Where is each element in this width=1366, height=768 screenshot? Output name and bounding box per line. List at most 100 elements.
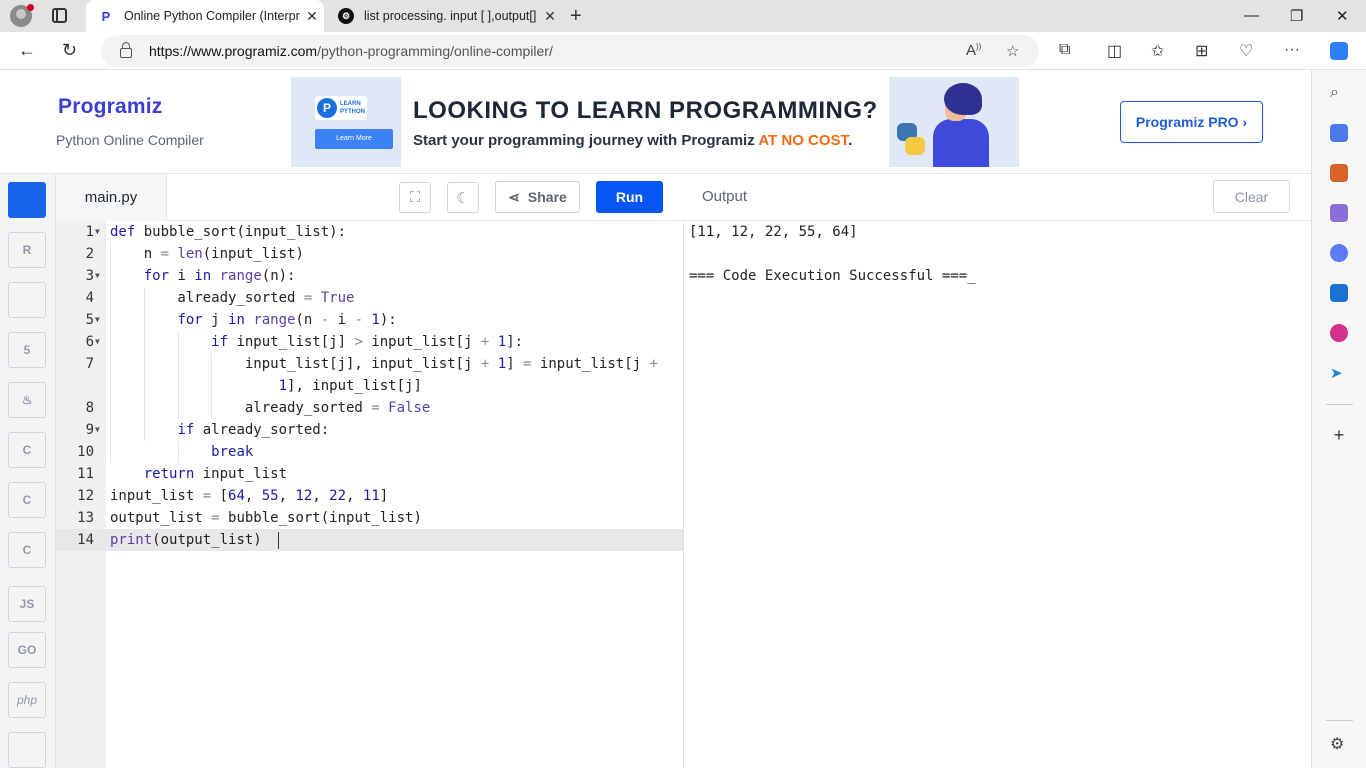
clear-button[interactable]: Clear — [1213, 180, 1290, 213]
programiz-favicon-icon: P — [101, 8, 111, 24]
send-icon[interactable]: ➤ — [1330, 364, 1348, 382]
php-icon[interactable]: php — [8, 682, 46, 718]
code-line: 6 ▼ if input_list[j] > input_list[j + 1]: — [56, 331, 683, 353]
shopping-icon[interactable] — [1330, 124, 1348, 142]
ad-banner[interactable]: P LEARN PYTHON Learn More LOOKING TO LEA… — [291, 77, 1019, 167]
html-icon[interactable]: 5 — [8, 332, 46, 368]
games-icon[interactable] — [1330, 204, 1348, 222]
swift-icon[interactable] — [8, 732, 46, 768]
minimize-icon[interactable]: — — [1244, 7, 1259, 24]
code-editor[interactable]: 1 ▼ def bubble_sort(input_list): 2 n = len… — [56, 221, 684, 768]
browser-toolbar: ← ↻ https://www.programiz.com/python-pro… — [0, 32, 1366, 70]
tab-title: list processing. input [ ],output[] — [364, 9, 537, 23]
python-icon[interactable] — [8, 182, 46, 218]
file-tab-main-py[interactable]: main.py — [56, 174, 167, 221]
read-aloud-icon[interactable]: A)) — [966, 42, 981, 59]
c-icon[interactable]: C — [8, 432, 46, 468]
edge-sidebar: ⌕ ➤ + ⚙ — [1311, 42, 1366, 768]
code-line: 7 input_list[j], input_list[j + 1] = inp… — [85, 356, 658, 372]
extensions-icon[interactable]: ⧉ — [1059, 41, 1070, 59]
output-line: [11, 12, 22, 55, 64] — [689, 224, 858, 240]
language-sidebar: R 5 ♨ C C C JS GO php — [0, 174, 56, 768]
code-line: 2 n = len(input_list) — [85, 246, 304, 262]
add-icon[interactable]: + — [1330, 426, 1348, 444]
browser-essentials-icon[interactable]: ♡ — [1239, 41, 1253, 61]
close-tab-icon[interactable]: ✕ — [300, 8, 324, 25]
run-button[interactable]: Run — [596, 181, 663, 213]
fold-arrow-icon: ▼ — [95, 425, 100, 434]
person-illustration — [933, 119, 989, 167]
tab-online-python-compiler[interactable]: P Online Python Compiler (Interpre ✕ — [86, 0, 324, 32]
output-console[interactable]: [11, 12, 22, 55, 64] === Code Execution … — [684, 221, 1311, 768]
code-line-current: 14 print(output_list) — [56, 529, 683, 551]
code-line: 9 ▼ if already_sorted: — [56, 419, 683, 441]
browser-tab-bar: P Online Python Compiler (Interpre ✕ ⚙ l… — [0, 0, 1366, 32]
more-menu-icon[interactable]: ··· — [1284, 41, 1300, 59]
fold-arrow-icon: ▼ — [95, 337, 100, 346]
tab-actions-icon[interactable] — [52, 8, 67, 23]
microsoft365-icon[interactable] — [1330, 244, 1348, 262]
notification-dot — [27, 4, 34, 11]
settings-gear-icon[interactable]: ⚙ — [1330, 734, 1348, 753]
output-header: Output Clear — [684, 174, 1311, 221]
split-screen-icon[interactable]: ◫ — [1107, 41, 1122, 61]
url-text: https://www.programiz.com/python-program… — [149, 43, 553, 59]
learn-more-button[interactable]: Learn More — [315, 129, 393, 149]
editor-toolbar: main.py ⛶ ☾ ⋖ Share Run — [56, 174, 684, 221]
refresh-icon[interactable]: ↻ — [62, 40, 77, 61]
designer-icon[interactable] — [1330, 324, 1348, 342]
search-icon[interactable]: ⌕ — [1330, 84, 1348, 102]
dark-mode-moon-icon[interactable]: ☾ — [447, 182, 479, 213]
programiz-logo[interactable]: Programiz — [58, 95, 163, 119]
fullscreen-icon[interactable]: ⛶ — [399, 182, 431, 213]
python-logo-icon — [897, 123, 925, 157]
lock-icon — [120, 42, 132, 58]
code-line: 1], input_list[j] — [278, 378, 422, 394]
sidebar-divider — [1326, 404, 1353, 405]
go-icon[interactable]: GO — [8, 632, 46, 668]
window-close-icon[interactable]: ✕ — [1336, 7, 1349, 25]
restore-icon[interactable]: ❐ — [1290, 7, 1303, 25]
sql-icon[interactable] — [8, 282, 46, 318]
programiz-pro-button[interactable]: Programiz PRO › — [1120, 101, 1263, 143]
code-line: 13 output_list = bubble_sort(input_list) — [77, 510, 422, 526]
copilot-icon[interactable] — [1330, 42, 1348, 60]
csharp-icon[interactable]: C — [8, 532, 46, 568]
share-label: Share — [527, 189, 567, 205]
code-line: 12 input_list = [64, 55, 12, 22, 11] — [77, 488, 389, 504]
share-icon: ⋖ — [508, 188, 520, 205]
banner-left-panel: P LEARN PYTHON Learn More — [291, 77, 401, 167]
address-bar[interactable]: https://www.programiz.com/python-program… — [101, 35, 1039, 67]
output-line: === Code Execution Successful ===_ — [689, 268, 976, 284]
tools-icon[interactable] — [1330, 164, 1348, 182]
cpp-icon[interactable]: C — [8, 482, 46, 518]
java-icon[interactable]: ♨ — [8, 382, 46, 418]
code-line: 4 already_sorted = True — [85, 290, 355, 306]
code-line: 3 ▼ for i in range(n): — [56, 265, 683, 287]
banner-subtext: Start your programming journey with Prog… — [413, 132, 853, 149]
banner-headline: LOOKING TO LEARN PROGRAMMING? — [413, 97, 878, 124]
page-subtitle: Python Online Compiler — [56, 132, 204, 148]
sidebar-divider — [1326, 720, 1353, 721]
r-icon[interactable]: R — [8, 232, 46, 268]
outlook-icon[interactable] — [1330, 284, 1348, 302]
output-title: Output — [702, 188, 748, 205]
code-line: 5 ▼ for j in range(n - i - 1): — [56, 309, 683, 331]
banner-illustration — [889, 77, 1019, 167]
code-line: 11 return input_list — [77, 466, 288, 482]
fold-arrow-icon: ▼ — [95, 271, 100, 280]
code-line: 8 already_sorted = False — [85, 400, 431, 416]
js-icon[interactable]: JS — [8, 586, 46, 622]
back-icon[interactable]: ← — [18, 40, 36, 61]
collections-icon[interactable]: ⊞ — [1195, 41, 1208, 61]
favorite-star-icon[interactable]: ☆ — [1006, 42, 1019, 60]
chatgpt-favicon-icon: ⚙ — [338, 8, 354, 24]
site-header: Programiz Python Online Compiler P LEARN… — [0, 70, 1311, 174]
favorites-icon[interactable]: ✩ — [1151, 41, 1164, 61]
tab-list-processing[interactable]: ⚙ list processing. input [ ],output[] ✕ — [326, 0, 562, 32]
share-button[interactable]: ⋖ Share — [495, 181, 580, 213]
close-tab-icon[interactable]: ✕ — [538, 8, 562, 25]
programiz-p-icon: P — [317, 98, 337, 118]
tab-title: Online Python Compiler (Interpre — [124, 9, 300, 23]
new-tab-icon[interactable]: + — [570, 5, 582, 28]
